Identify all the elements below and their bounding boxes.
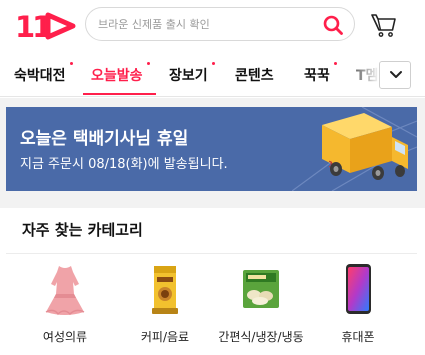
tab-label: 장보기 <box>169 68 208 84</box>
category-label: 여성의류 <box>42 330 88 344</box>
category-ready-meals[interactable]: 간편식/냉장/냉동 <box>216 262 306 352</box>
category-coffee-drinks[interactable]: 커피/음료 <box>120 262 210 352</box>
tab-label: 콘텐츠 <box>235 68 274 84</box>
tab-grocery[interactable]: 장보기 <box>169 62 215 85</box>
category-label: 휴대폰 <box>341 330 375 344</box>
category-womens-clothing[interactable]: 여성의류 <box>20 262 110 352</box>
banner-subtitle: 지금 주문시 08/18(화)에 발송됩니다. <box>20 157 228 172</box>
smartphone-icon <box>346 264 371 314</box>
tab-today-shipping[interactable]: 오늘발송 <box>91 62 150 85</box>
new-dot <box>333 62 337 65</box>
category-label: 간편식/냉장/냉동 <box>218 330 304 344</box>
new-dot <box>211 62 215 65</box>
new-dot <box>146 62 150 65</box>
search-icon[interactable] <box>322 14 344 36</box>
tab-label: 숙박대전 <box>14 68 66 84</box>
holiday-banner[interactable]: 오늘은 택배기사님 휴일 지금 주문시 08/18(화)에 발송됩니다. 11 <box>6 107 417 191</box>
search-input[interactable] <box>98 8 313 40</box>
tab-stay[interactable]: 숙박대전 <box>14 62 73 85</box>
active-tab-indicator <box>83 93 156 95</box>
category-mobile-phones[interactable]: 휴대폰 <box>313 262 403 352</box>
tab-kkukkuk[interactable]: 꾹꾹 <box>304 62 337 85</box>
chevron-down-icon <box>390 71 402 78</box>
coffee-pack-icon <box>152 266 178 314</box>
category-tabs: 숙박대전 오늘발송 장보기 콘텐츠 꾹꾹 T멤 <box>0 55 425 97</box>
header: 11 <box>0 0 425 52</box>
divider <box>6 253 417 254</box>
tab-contents[interactable]: 콘텐츠 <box>235 65 274 85</box>
tab-fade <box>340 55 380 95</box>
section-title: 자주 찾는 카테고리 <box>22 221 143 239</box>
new-dot <box>69 62 73 65</box>
cart-icon[interactable] <box>370 11 398 39</box>
tab-label: 오늘발송 <box>91 68 143 84</box>
dumpling-pack-icon <box>243 270 279 308</box>
search-bar[interactable] <box>85 7 355 41</box>
delivery-truck-icon: 11 <box>292 107 417 191</box>
dress-icon <box>45 266 85 316</box>
category-label: 커피/음료 <box>140 330 190 344</box>
banner-title: 오늘은 택배기사님 휴일 <box>20 129 189 149</box>
tabs-expand-button[interactable] <box>379 61 411 89</box>
11st-logo[interactable]: 11 <box>15 10 77 42</box>
tab-label: 꾹꾹 <box>304 68 330 84</box>
